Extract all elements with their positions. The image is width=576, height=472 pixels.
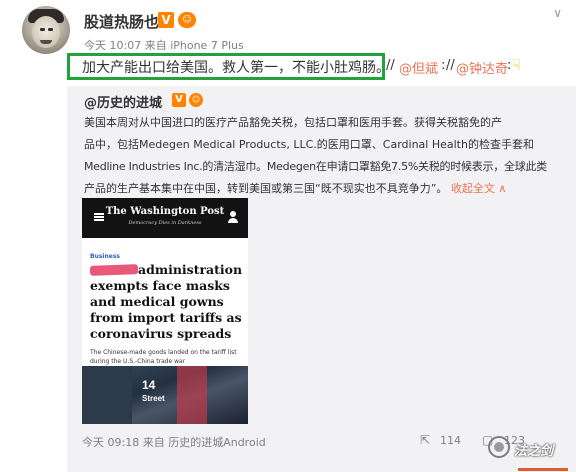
mention-link[interactable]: @但斌	[399, 58, 438, 77]
watermark-underline	[518, 468, 568, 471]
news-caption: The Chinese-made goods landed on the tar…	[90, 349, 237, 365]
pointing-hand-icon: ☟	[512, 56, 522, 74]
masthead: The Washington Post	[105, 206, 225, 217]
mention-link[interactable]: @钟达奇	[456, 58, 508, 77]
collapse-link[interactable]: 收起全文 ∧	[451, 182, 507, 195]
post-meta: 今天 10:07 来自 iPhone 7 Plus	[84, 37, 244, 53]
repost-time[interactable]: 今天 09:18	[82, 436, 139, 449]
street-sign: 14 Street	[142, 378, 165, 403]
repost-meta: 今天 09:18 来自 历史的进城Android	[82, 434, 266, 450]
repost-text-line: 产品的生产基本集中在中国，转到美国或第三国“既不现实也不具竞争力”。 收起全文 …	[84, 180, 506, 196]
post-time[interactable]: 今天 10:07	[84, 39, 141, 52]
repost-text-line: 品中，包括Medegen Medical Products, LLC.的医用口罩…	[84, 138, 534, 151]
user-icon	[228, 211, 238, 223]
post-text: 加大产能出口给美国。救人第一，不能小肚鸡肠。	[82, 60, 390, 76]
repost-source: 来自 历史的进城Android	[142, 436, 266, 449]
news-screenshot-image[interactable]: The Washington Post Democracy Dies in Da…	[82, 198, 248, 424]
repost-separator: :	[507, 58, 512, 73]
chevron-down-icon[interactable]: ∨	[553, 6, 562, 20]
redaction-mark	[89, 264, 139, 276]
member-badge: ☺	[178, 12, 196, 28]
repost-text-line: Medline Industries Inc.的清洁湿巾。Medegen在申请口…	[84, 160, 548, 173]
verified-v-badge: V	[172, 93, 186, 107]
verified-v-badge: V	[158, 12, 174, 28]
author-name[interactable]: 股道热肠也	[84, 11, 159, 32]
avatar[interactable]	[22, 6, 70, 54]
repost-text-line: 美国本周对从中国进口的医疗产品豁免关税，包括口罩和医用手套。获得关税豁免的产	[84, 116, 502, 129]
share-icon[interactable]: ⇱	[420, 433, 430, 447]
repost-separator: :	[441, 58, 446, 73]
wechat-logo	[488, 436, 510, 458]
share-count[interactable]: 114	[440, 434, 461, 447]
repost-separator: //	[386, 58, 395, 73]
tagline: Democracy Dies in Darkness	[128, 220, 202, 226]
post-source: 来自 iPhone 7 Plus	[144, 39, 244, 52]
repost-text-line-end: 产品的生产基本集中在中国，转到美国或第三国“既不现实也不具竞争力”。	[84, 182, 448, 195]
repost-separator: //	[446, 58, 455, 73]
repost-author[interactable]: @历史的进城	[84, 92, 162, 111]
member-badge: ☺	[189, 93, 203, 107]
news-header: The Washington Post Democracy Dies in Da…	[82, 198, 248, 238]
news-photo: 14 Street	[82, 366, 248, 424]
wechat-watermark: 法之剑	[488, 432, 576, 472]
news-section: Business	[90, 253, 120, 260]
watermark-text: 法之剑	[514, 444, 554, 459]
